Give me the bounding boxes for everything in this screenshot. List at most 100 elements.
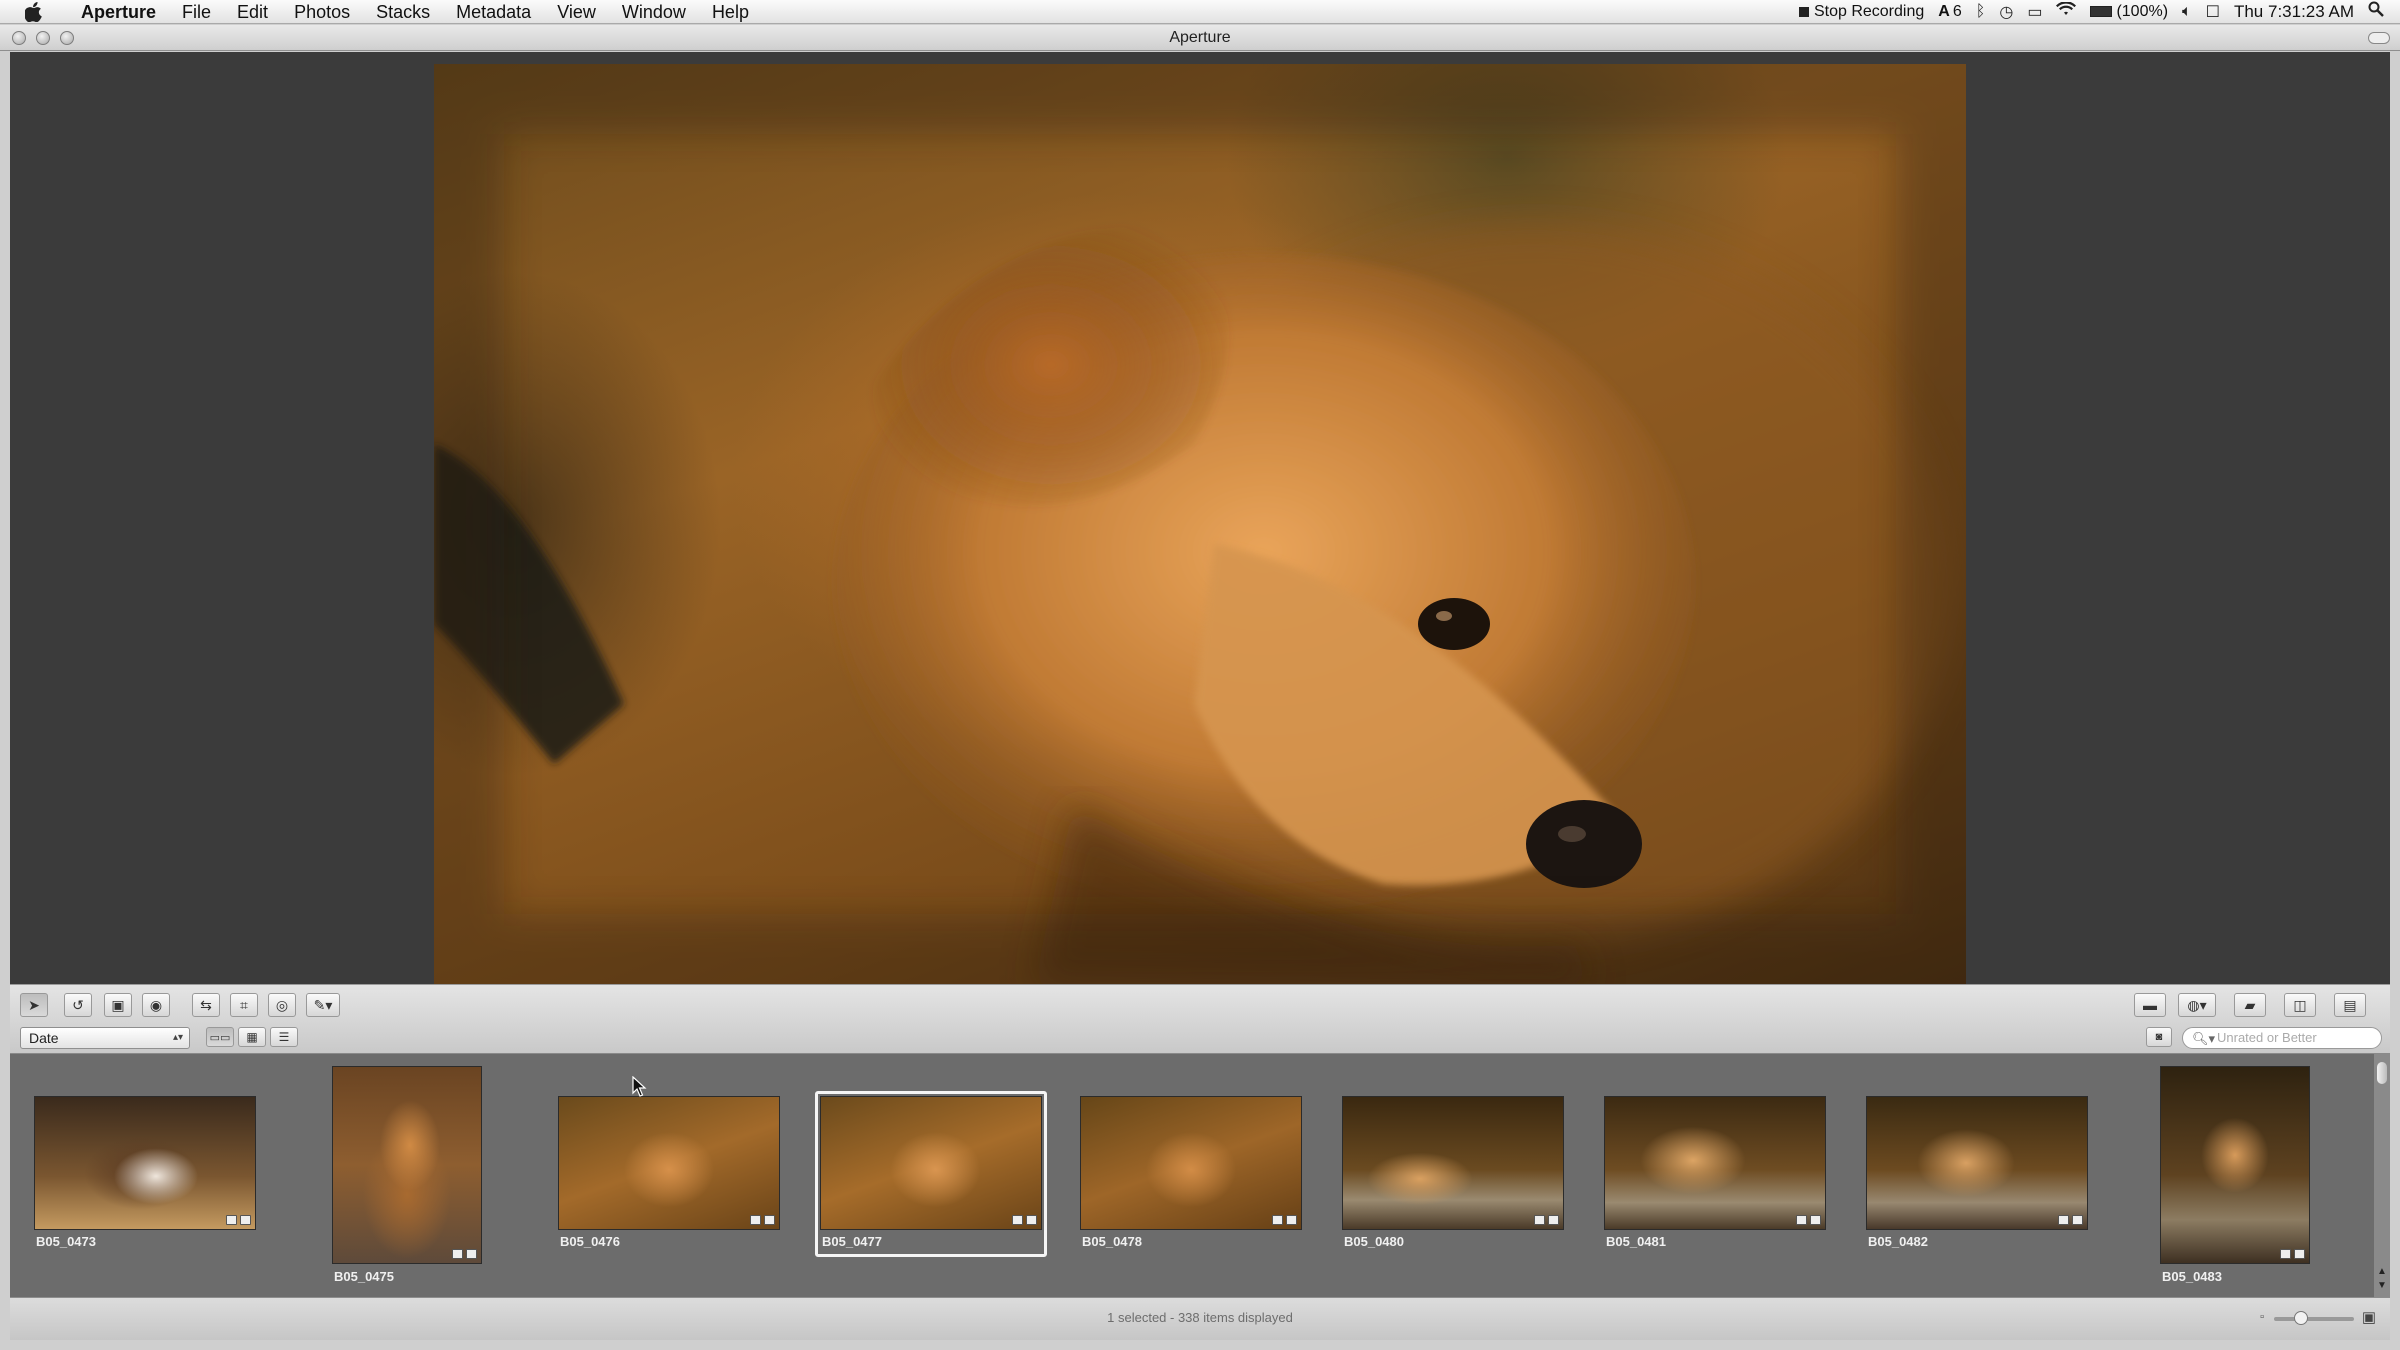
input-menu-icon[interactable]: ☐: [2206, 2, 2220, 22]
minimize-button[interactable]: [36, 31, 50, 45]
thumbnail-size-slider[interactable]: [2274, 1311, 2354, 1325]
up-down-arrows-icon: ▴▾: [172, 1032, 183, 1043]
filmstrip-icon: ▭▭: [209, 1031, 231, 1044]
crop-button[interactable]: ⌗: [230, 993, 258, 1017]
badge-icons: [452, 1249, 477, 1259]
thumbnail-label: B05_0481: [1606, 1234, 1666, 1249]
straighten-icon: ⇆: [200, 996, 212, 1013]
menu-photos[interactable]: Photos: [281, 0, 363, 24]
thumbnail-label: B05_0480: [1344, 1234, 1404, 1249]
volume-icon[interactable]: 🔈︎: [2182, 3, 2192, 21]
menu-view[interactable]: View: [544, 0, 609, 24]
thumbnail-label: B05_0483: [2162, 1269, 2222, 1284]
crop-icon: ⌗: [240, 996, 248, 1013]
split-view-button[interactable]: ◫: [2284, 993, 2316, 1017]
time-machine-icon[interactable]: ◷: [1999, 2, 2013, 22]
camera-icon: ◙: [2155, 1031, 2163, 1043]
mouse-cursor-icon: [632, 1076, 647, 1097]
small-thumbnail-icon: ▫: [2260, 1311, 2264, 1323]
badge-icons: [2058, 1215, 2083, 1225]
cat-photo: [34, 1096, 256, 1230]
arrow-pointer-icon: ➤: [28, 996, 40, 1013]
viewer-icon: ▬: [2143, 997, 2157, 1013]
primary-only-button[interactable]: ▰: [2234, 993, 2266, 1017]
menu-edit[interactable]: Edit: [224, 0, 281, 24]
loupe-icon: ◍▾: [2187, 996, 2207, 1013]
spotlight-icon[interactable]: [2368, 1, 2384, 22]
viewer-mode-button[interactable]: ▬: [2134, 993, 2166, 1017]
slider-knob[interactable]: [2294, 1311, 2308, 1325]
browser-icon: ▤: [2343, 996, 2357, 1013]
main-photo[interactable]: [434, 64, 1966, 984]
lift-stamp-button[interactable]: ◉: [142, 993, 170, 1017]
badge-icons: [2280, 1249, 2305, 1259]
thumbnail-label: B05_0482: [1868, 1234, 1928, 1249]
dog-lying-photo: [1866, 1096, 2088, 1230]
tool-strip: ➤ ↺ ▣ ◉ ⇆ ⌗ ◎ ✎▾ ▬ ◍▾ ▰ ◫ ▤ Date ▴▾ ▭▭ ▦…: [10, 984, 2390, 1054]
stack-icon: ▣: [111, 996, 125, 1013]
loupe-button[interactable]: ◍▾: [2178, 993, 2216, 1017]
menu-window[interactable]: Window: [609, 0, 699, 24]
dog-sitting-photo: [332, 1066, 482, 1264]
filmstrip-view-button[interactable]: ▭▭: [206, 1027, 234, 1047]
brush-button[interactable]: ✎▾: [306, 993, 340, 1017]
primary-icon: ▰: [2244, 996, 2256, 1013]
sort-select[interactable]: Date ▴▾: [20, 1027, 190, 1049]
adobe-updater-item[interactable]: A 6: [1938, 3, 1961, 21]
dog-head-photo: [820, 1096, 1042, 1230]
battery-item[interactable]: (100%): [2090, 3, 2168, 21]
filter-search-field[interactable]: 🔍︎▾ Unrated or Better: [2182, 1027, 2382, 1049]
menu-aperture[interactable]: Aperture: [68, 0, 169, 24]
thumbnail-label: B05_0478: [1082, 1234, 1142, 1249]
zoom-button[interactable]: [60, 31, 74, 45]
status-bar: 1 selected - 338 items displayed ▫ ▣: [10, 1297, 2390, 1340]
bluetooth-icon[interactable]: ᛒ: [1976, 3, 1986, 21]
stop-recording-item[interactable]: Stop Recording: [1798, 3, 1924, 21]
badge-icons: [1012, 1215, 1037, 1225]
window-titlebar: Aperture: [0, 25, 2400, 51]
menu-help[interactable]: Help: [699, 0, 762, 24]
split-icon: ◫: [2293, 996, 2307, 1013]
menu-metadata[interactable]: Metadata: [443, 0, 544, 24]
toolbar-toggle-button[interactable]: [2368, 32, 2390, 44]
filmstrip-scrollbar[interactable]: ▲ ▼: [2374, 1054, 2390, 1297]
large-thumbnail-icon: ▣: [2361, 1309, 2376, 1326]
grid-view-button[interactable]: ▦: [238, 1027, 266, 1047]
menu-stacks[interactable]: Stacks: [363, 0, 443, 24]
menu-bar: Aperture File Edit Photos Stacks Metadat…: [0, 0, 2400, 24]
stop-icon: [1798, 6, 1809, 17]
viewer-pane: [10, 52, 2390, 984]
grid-icon: ▦: [246, 1030, 258, 1044]
display-icon[interactable]: ▭: [2027, 2, 2042, 22]
thumbnail-label: B05_0477: [822, 1234, 882, 1249]
scroll-up-arrow-icon[interactable]: ▲: [2376, 1266, 2388, 1277]
rotate-icon: ↺: [72, 996, 84, 1013]
apple-menu-icon[interactable]: [22, 1, 46, 23]
selection-tool-button[interactable]: ➤: [20, 993, 48, 1017]
battery-icon: [2090, 6, 2113, 17]
search-icon: 🔍︎▾: [2192, 1031, 2216, 1046]
browser-toggle-button[interactable]: ▤: [2334, 993, 2366, 1017]
red-eye-button[interactable]: ◎: [268, 993, 296, 1017]
rotate-button[interactable]: ↺: [64, 993, 92, 1017]
dog-head-photo: [1080, 1096, 1302, 1230]
close-button[interactable]: [12, 31, 26, 45]
window-title: Aperture: [1169, 29, 1231, 46]
list-view-button[interactable]: ☰: [270, 1027, 298, 1047]
thumbnail-label: B05_0473: [36, 1234, 96, 1249]
stack-button[interactable]: ▣: [104, 993, 132, 1017]
thumbnail-label: B05_0475: [334, 1269, 394, 1284]
query-hud-button[interactable]: ◙: [2146, 1027, 2172, 1047]
selection-status-text: 1 selected - 338 items displayed: [1107, 1310, 1293, 1325]
dog-lying-photo: [1342, 1096, 1564, 1230]
menu-file[interactable]: File: [169, 0, 224, 24]
straighten-button[interactable]: ⇆: [192, 993, 220, 1017]
dog-photo-illustration: [434, 64, 1966, 984]
eye-icon: ◎: [275, 996, 289, 1013]
badge-icons: [226, 1215, 251, 1225]
wifi-icon[interactable]: [2056, 1, 2077, 21]
scrollbar-thumb[interactable]: [2377, 1062, 2387, 1084]
scroll-down-arrow-icon[interactable]: ▼: [2376, 1280, 2388, 1291]
clock[interactable]: Thu 7:31:23 AM: [2234, 2, 2354, 22]
menu-extras: Stop Recording A 6 ᛒ ◷ ▭ (100%) 🔈︎ ☐ Thu…: [1798, 1, 2400, 22]
